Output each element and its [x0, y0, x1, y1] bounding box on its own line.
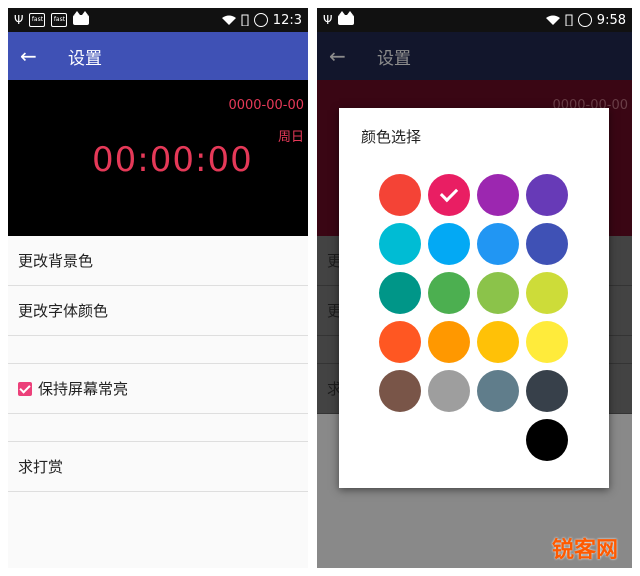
color-swatch[interactable] [428, 370, 470, 412]
color-swatch[interactable] [526, 419, 568, 461]
list-divider-gap [8, 336, 308, 364]
clock-time: 00:00:00 [92, 140, 253, 180]
color-swatch[interactable] [477, 272, 519, 314]
status-bar: Ψ 9:58 [317, 8, 632, 32]
status-time: 12:3 [272, 12, 302, 28]
back-arrow-icon[interactable]: ← [20, 44, 40, 68]
color-swatch[interactable] [526, 223, 568, 265]
dialog-title: 颜色选择 [361, 128, 422, 146]
clock-weekday: 周日 [277, 130, 304, 145]
list-divider-gap [8, 414, 308, 442]
status-time: 9:58 [596, 12, 626, 28]
setting-label: 保持屏幕常亮 [38, 380, 129, 398]
color-swatch[interactable] [526, 370, 568, 412]
keep-screen-on-checkbox[interactable] [18, 381, 32, 396]
fast-notification-icon: fast [29, 13, 46, 27]
clock-preview: 0000-00-00 周日 00:00:00 [8, 80, 308, 236]
cat-notification-icon [338, 11, 355, 25]
signal-icon [241, 14, 249, 26]
color-swatch[interactable] [428, 272, 470, 314]
color-swatch[interactable] [526, 321, 568, 363]
color-swatch[interactable] [526, 174, 568, 216]
keep-screen-on-item[interactable]: 保持屏幕常亮 [8, 364, 308, 414]
color-swatch[interactable] [428, 321, 470, 363]
color-swatch[interactable] [379, 370, 421, 412]
donate-item[interactable]: 求打赏 [8, 442, 308, 492]
color-swatch[interactable] [428, 174, 470, 216]
battery-charging-icon [253, 13, 268, 27]
setting-label: 更改字体颜色 [18, 302, 109, 320]
watermark-logo: 锐客网 [551, 537, 618, 563]
color-swatch[interactable] [526, 272, 568, 314]
color-swatch[interactable] [379, 272, 421, 314]
change-font-color-item[interactable]: 更改字体颜色 [8, 286, 308, 336]
setting-label: 求打赏 [18, 458, 64, 476]
cat-notification-icon [73, 11, 90, 25]
color-swatch[interactable] [379, 174, 421, 216]
color-swatch[interactable] [477, 370, 519, 412]
color-swatch[interactable] [477, 174, 519, 216]
settings-list: 更改背景色 更改字体颜色 保持屏幕常亮 求打赏 [8, 236, 308, 492]
color-swatch[interactable] [379, 223, 421, 265]
wifi-icon [221, 15, 236, 25]
battery-charging-icon [577, 13, 592, 27]
signal-icon [565, 14, 573, 26]
color-picker-screen: Ψ 9:58 ← 设置 0000-00-00 更 更 求 颜色选择 锐客网 [317, 8, 632, 568]
usb-icon: Ψ [323, 13, 333, 27]
page-title: 设置 [68, 48, 102, 69]
color-swatch[interactable] [477, 223, 519, 265]
clock-date: 0000-00-00 [228, 98, 304, 113]
fast-notification-icon: fast [51, 13, 68, 27]
change-background-color-item[interactable]: 更改背景色 [8, 236, 308, 286]
color-swatch[interactable] [379, 321, 421, 363]
wifi-icon [545, 15, 560, 25]
color-swatch[interactable] [477, 321, 519, 363]
usb-icon: Ψ [14, 13, 24, 27]
color-swatch[interactable] [428, 223, 470, 265]
status-bar: Ψ fast fast 12:3 [8, 8, 308, 32]
setting-label: 更改背景色 [18, 252, 94, 270]
settings-screen: Ψ fast fast 12:3 ← 设置 0000-00-00 周日 00:0… [8, 8, 308, 568]
color-picker-dialog: 颜色选择 [339, 108, 609, 488]
app-toolbar: ← 设置 [8, 32, 308, 80]
